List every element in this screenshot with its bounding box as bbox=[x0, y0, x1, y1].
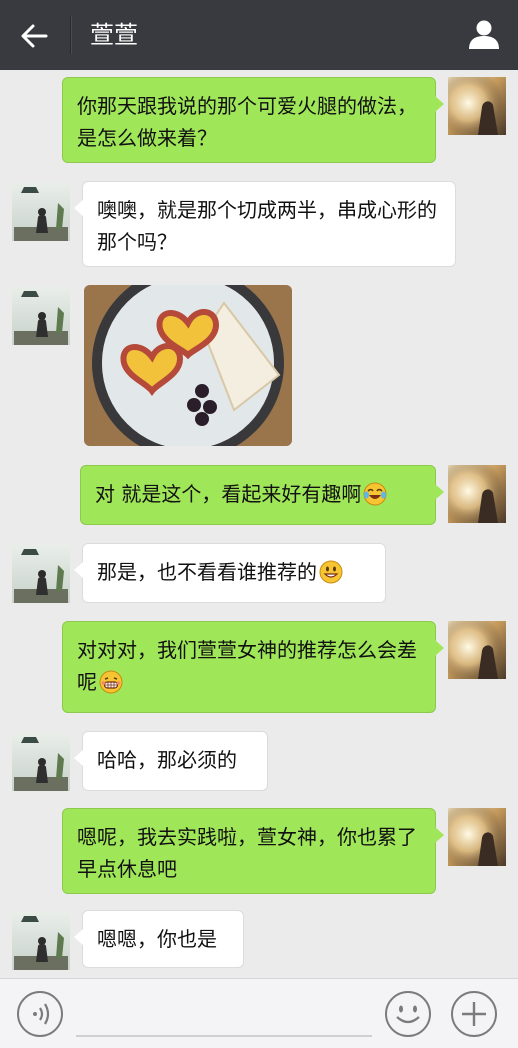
shared-photo[interactable] bbox=[84, 285, 292, 446]
my-avatar[interactable] bbox=[448, 808, 506, 866]
message-text: 噢噢，就是那个切成两半，串成心形的那个吗？ bbox=[97, 198, 437, 254]
top-bar bbox=[0, 0, 518, 70]
message-bubble-sent[interactable]: 对对对，我们萱萱女神的推荐怎么会差呢 bbox=[62, 621, 444, 713]
friend-avatar[interactable] bbox=[12, 912, 70, 970]
my-avatar[interactable] bbox=[448, 465, 506, 523]
message-bubble-received[interactable]: 哈哈，那必须的 bbox=[74, 731, 268, 791]
message-text: 对对对，我们萱萱女神的推荐怎么会差呢 bbox=[77, 638, 417, 694]
header-divider bbox=[70, 16, 71, 54]
grin-emoji-icon bbox=[99, 670, 123, 694]
back-arrow-icon[interactable] bbox=[16, 18, 52, 54]
message-input[interactable] bbox=[76, 1035, 372, 1037]
message-text: 嗯呢，我去实践啦，萱女神，你也累了早点休息吧 bbox=[77, 825, 417, 881]
message-bubble-sent[interactable]: 你那天跟我说的那个可爱火腿的做法，是怎么做来着？ bbox=[62, 77, 444, 163]
my-avatar[interactable] bbox=[448, 77, 506, 135]
message-text: 哈哈，那必须的 bbox=[97, 748, 237, 772]
message-text: 对 就是这个，看起来好有趣啊 bbox=[95, 482, 362, 506]
message-text: 那是，也不看看谁推荐的 bbox=[97, 560, 317, 584]
laugh-cry-emoji-icon bbox=[363, 482, 387, 506]
person-icon[interactable] bbox=[466, 16, 502, 52]
message-text: 你那天跟我说的那个可爱火腿的做法，是怎么做来着？ bbox=[77, 94, 417, 150]
smile-emoji-icon bbox=[319, 560, 343, 584]
message-text: 嗯嗯，你也是 bbox=[97, 927, 217, 951]
message-bubble-received[interactable]: 噢噢，就是那个切成两半，串成心形的那个吗？ bbox=[74, 181, 456, 267]
plus-icon[interactable] bbox=[450, 990, 498, 1038]
smiley-icon[interactable] bbox=[384, 990, 432, 1038]
message-bubble-received[interactable]: 那是，也不看看谁推荐的 bbox=[74, 543, 386, 603]
friend-avatar[interactable] bbox=[12, 733, 70, 791]
message-bubble-sent[interactable]: 嗯呢，我去实践啦，萱女神，你也累了早点休息吧 bbox=[62, 808, 444, 894]
input-toolbar bbox=[0, 978, 518, 1048]
my-avatar[interactable] bbox=[448, 621, 506, 679]
voice-icon[interactable] bbox=[16, 990, 64, 1038]
friend-avatar[interactable] bbox=[12, 183, 70, 241]
friend-avatar[interactable] bbox=[12, 287, 70, 345]
message-bubble-received[interactable]: 嗯嗯，你也是 bbox=[74, 910, 244, 968]
chat-title: 萱萱 bbox=[90, 21, 138, 49]
friend-avatar[interactable] bbox=[12, 545, 70, 603]
message-bubble-sent[interactable]: 对 就是这个，看起来好有趣啊 bbox=[80, 465, 444, 525]
